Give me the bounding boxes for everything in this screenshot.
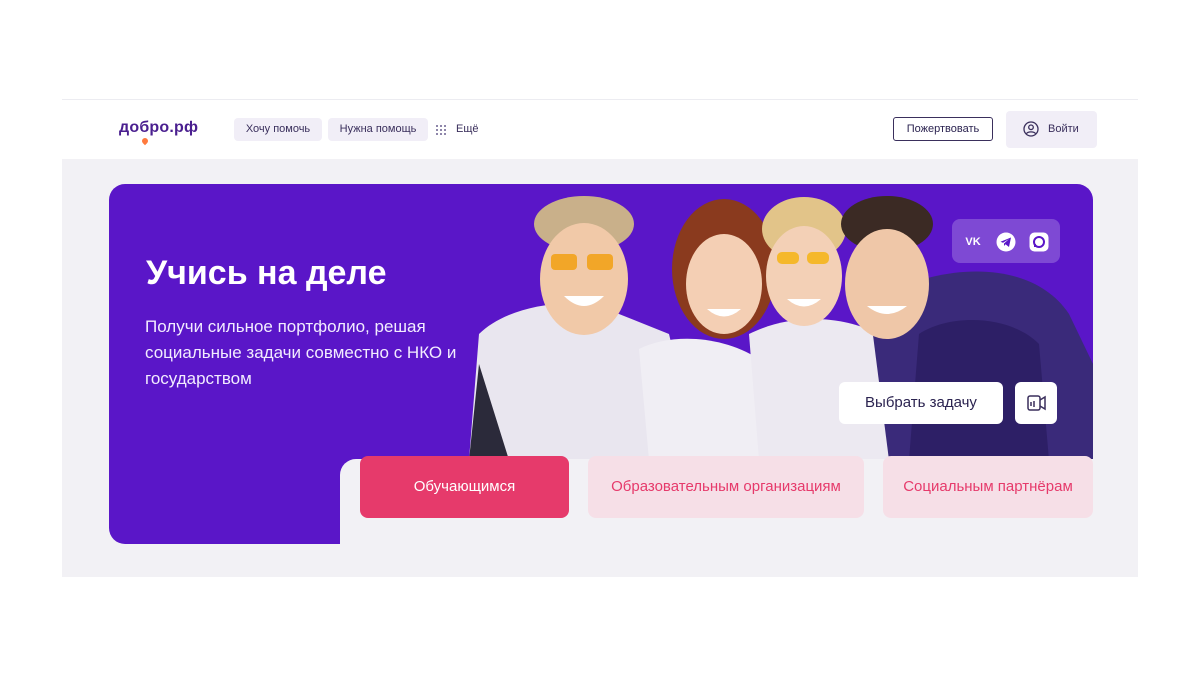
video-button[interactable] <box>1015 382 1057 424</box>
social-links: VK <box>952 219 1060 263</box>
telegram-icon[interactable] <box>996 232 1016 252</box>
donate-button[interactable]: Пожертвовать <box>893 117 993 141</box>
tab-social-partners[interactable]: Социальным партнёрам <box>883 456 1093 518</box>
site-header: добро.рф Хочу помочь Нужна помощь Ещё По… <box>62 100 1138 159</box>
nav-want-to-help[interactable]: Хочу помочь <box>234 118 322 141</box>
logo[interactable]: добро.рф <box>119 119 198 137</box>
user-icon <box>1023 121 1039 137</box>
login-button[interactable]: Войти <box>1006 111 1097 148</box>
tab-students[interactable]: Обучающимся <box>360 456 569 518</box>
max-messenger-icon[interactable] <box>1029 232 1049 252</box>
logo-heart-icon <box>140 136 150 146</box>
video-icon <box>1027 395 1046 411</box>
tab-educational-organizations[interactable]: Образовательным организациям <box>588 456 864 518</box>
main-content: Учись на деле Получи сильное портфолио, … <box>62 159 1138 577</box>
login-label: Войти <box>1048 123 1079 135</box>
choose-task-button[interactable]: Выбрать задачу <box>839 382 1003 424</box>
vk-icon[interactable]: VK <box>963 232 983 252</box>
nav-need-help[interactable]: Нужна помощь <box>328 118 428 141</box>
hero-title: Учись на деле <box>146 254 387 292</box>
page-frame: добро.рф Хочу помочь Нужна помощь Ещё По… <box>62 99 1138 577</box>
hero-subtitle: Получи сильное портфолио, решая социальн… <box>145 317 457 388</box>
grid-menu-icon[interactable] <box>436 125 446 135</box>
more-menu[interactable]: Ещё <box>456 118 479 141</box>
